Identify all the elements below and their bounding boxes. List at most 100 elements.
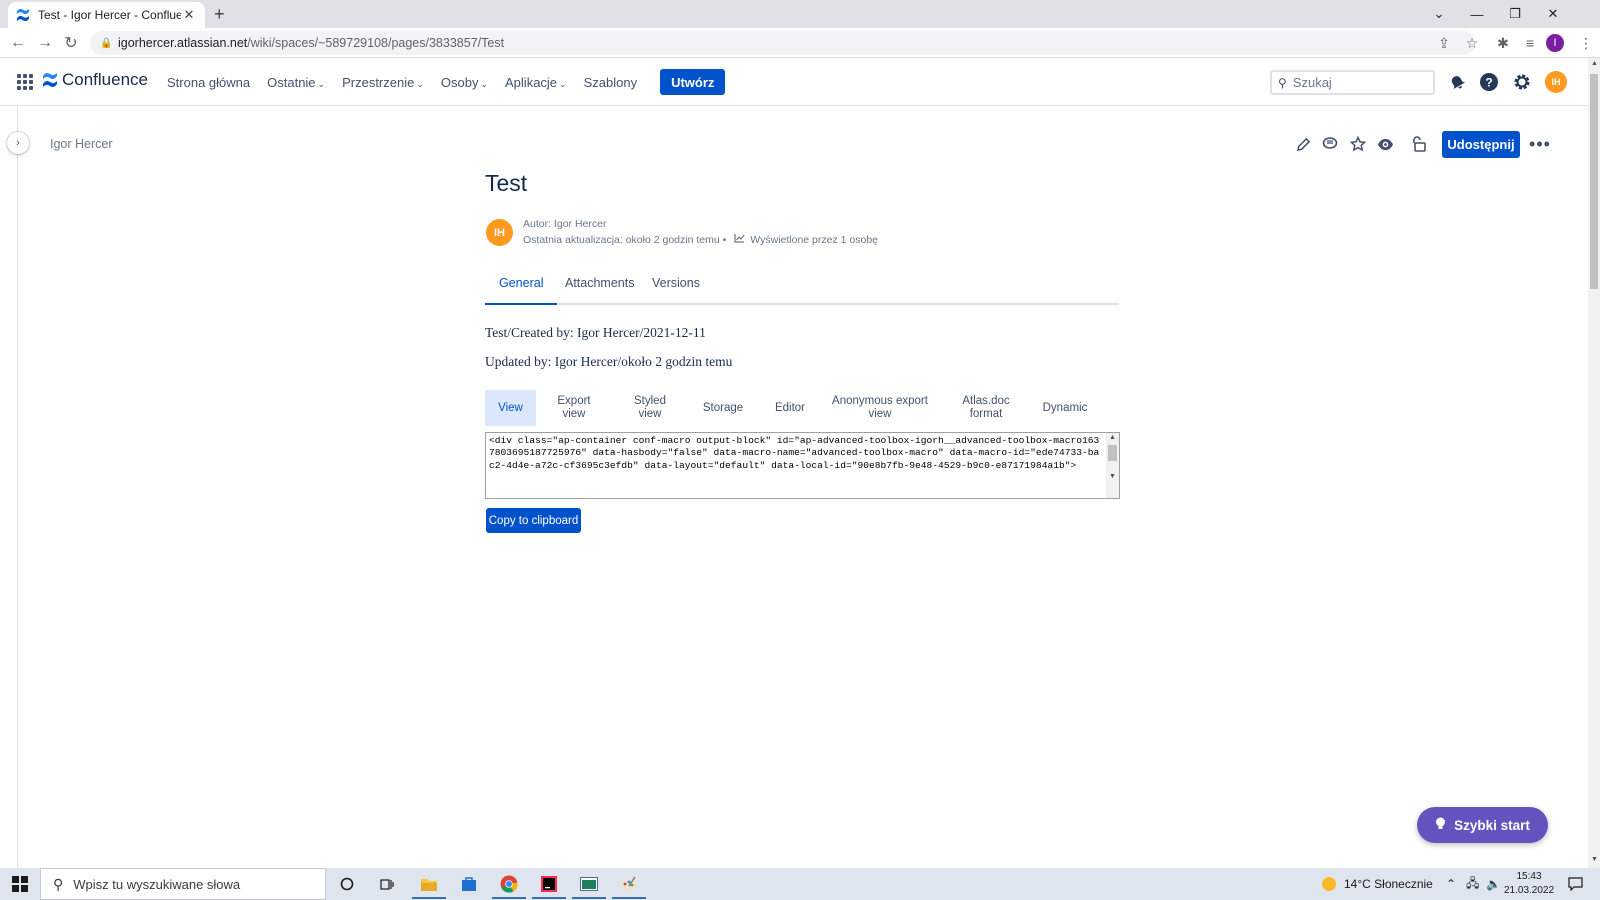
network-icon[interactable]: 🖧 [1466,868,1479,900]
tray-overflow-icon[interactable]: ⌃ [1446,868,1456,900]
windows-taskbar: ⚲ Wpisz tu wyszukiwane słowa 14°C Słonec… [0,868,1600,900]
tab-versions[interactable]: Versions [638,276,714,305]
nav-templates[interactable]: Szablony [584,75,637,90]
weather-widget[interactable]: 14°C Słonecznie [1322,868,1433,900]
browser-tab[interactable]: Test - Igor Hercer - Confluence ✕ [8,2,205,28]
tab-close-icon[interactable]: ✕ [181,7,197,23]
volume-icon[interactable]: 🔈 [1486,868,1501,900]
paint-icon[interactable] [617,872,641,896]
toolbox-tab-storage[interactable]: Storage [699,390,747,426]
restrictions-unlock-icon[interactable] [1410,134,1430,154]
updated-by-text: Updated by: Igor Hercer/około 2 godzin t… [485,354,733,369]
browser-tab-strip: Test - Igor Hercer - Confluence ✕ + ⌄ — … [0,0,1600,28]
scroll-up-icon[interactable]: ▲ [1109,434,1116,441]
extensions-icon[interactable]: ✱ [1491,31,1515,55]
toolbox-tab-anonymous-export-view[interactable]: Anonymous export view [825,390,935,426]
intellij-icon[interactable] [537,872,561,896]
page-scrollbar[interactable]: ▲ ▼ [1588,58,1600,868]
toolbox-tab-styled-view[interactable]: Styled view [626,390,674,426]
nav-people-label: Osoby [440,74,479,90]
new-tab-button[interactable]: + [214,4,225,25]
watch-eye-icon[interactable] [1375,134,1395,154]
media-control-icon[interactable]: ≡ [1518,31,1542,55]
nav-apps[interactable]: Aplikacje ⌄ [505,75,567,90]
chrome-icon[interactable] [497,872,521,896]
browser-menu-icon[interactable]: ⋮ [1574,31,1598,55]
nav-spaces[interactable]: Przestrzenie ⌄ [342,75,424,90]
tab-attachments[interactable]: Attachments [551,276,648,305]
nav-apps-label: Aplikacje [505,74,558,90]
quick-start-label: Szybki start [1454,817,1530,833]
file-explorer-icon[interactable] [417,872,441,896]
search-input[interactable]: ⚲ Szukaj [1270,70,1435,95]
windows-start-icon[interactable] [12,876,28,892]
help-icon[interactable]: ? [1479,72,1499,92]
code-scrollbar[interactable]: ▲ ▼ [1106,433,1119,498]
edit-pencil-icon[interactable] [1293,134,1313,154]
forward-icon[interactable]: → [34,32,56,54]
expand-sidebar-icon[interactable]: › [7,132,29,154]
app-switcher-icon[interactable] [17,74,33,90]
tab-general[interactable]: General [485,276,558,305]
address-bar[interactable]: 🔒 igorhercer.atlassian.net/wiki/spaces/~… [90,31,1475,55]
taskbar-clock[interactable]: 15:43 21.03.2022 [1504,870,1554,898]
create-button[interactable]: Utwórz [660,69,726,95]
notifications-icon[interactable] [1447,72,1467,92]
bookmark-star-icon[interactable]: ☆ [1460,31,1484,55]
scroll-down-icon[interactable]: ▼ [1109,473,1116,480]
cortana-icon[interactable] [335,872,359,896]
nav-recent[interactable]: Ostatnie ⌄ [267,75,325,90]
comment-icon[interactable] [1320,134,1340,154]
scroll-up-icon[interactable]: ▲ [1591,60,1598,67]
toolbox-tab-export-view[interactable]: Export view [547,390,601,426]
tab-search-chevron-icon[interactable]: ⌄ [1420,0,1458,28]
nav-home[interactable]: Strona główna [167,75,250,90]
confluence-logo[interactable]: Confluence [42,70,148,90]
byline-views[interactable]: Wyświetlone przez 1 osobę [750,234,878,246]
star-icon[interactable] [1348,134,1368,154]
toolbox-tab-editor[interactable]: Editor [769,390,811,426]
copy-to-clipboard-button[interactable]: Copy to clipboard [486,508,581,533]
scroll-down-icon[interactable]: ▼ [1591,856,1598,863]
browser-profile-avatar[interactable]: I [1546,34,1564,52]
author-avatar[interactable]: IH [486,219,513,246]
toolbox-tab-atlas-doc-format[interactable]: Atlas.doc format [955,390,1017,426]
weather-text: 14°C Słonecznie [1344,877,1433,891]
browser-toolbar: ← → ↻ 🔒 igorhercer.atlassian.net/wiki/sp… [0,28,1600,58]
store-icon[interactable] [457,872,481,896]
created-by-text: Test/Created by: Igor Hercer/2021-12-11 [485,325,706,340]
restore-icon[interactable]: ❐ [1496,0,1534,28]
reload-icon[interactable]: ↻ [60,32,82,54]
taskbar-search-input[interactable]: ⚲ Wpisz tu wyszukiwane słowa [40,868,326,900]
share-page-icon[interactable]: ⇪ [1432,31,1456,55]
page-scroll-thumb[interactable] [1590,74,1598,289]
more-actions-icon[interactable]: ••• [1528,132,1552,156]
toolbox-tab-dynamic[interactable]: Dynamic [1037,390,1093,426]
top-navigation: Strona główna Ostatnie ⌄ Przestrzenie ⌄ Os… [167,58,726,106]
share-button[interactable]: Udostępnij [1442,131,1520,158]
back-icon[interactable]: ← [7,32,29,54]
user-avatar[interactable]: IH [1545,71,1567,93]
url-path: /wiki/spaces/~589729108/pages/3833857/Te… [247,36,505,50]
browser-tab-title: Test - Igor Hercer - Confluence [38,8,181,22]
breadcrumb[interactable]: Igor Hercer [50,137,113,151]
terminal-app-icon[interactable] [577,872,601,896]
byline-meta: Ostatnia aktualizacja: około 2 godzin te… [523,233,878,246]
toolbox-tab-view[interactable]: View [485,390,536,426]
settings-gear-icon[interactable] [1512,72,1532,92]
nav-people[interactable]: Osoby ⌄ [441,75,488,90]
nav-spaces-label: Przestrzenie [342,74,415,90]
page-title: Test [485,170,528,196]
minimize-icon[interactable]: — [1458,0,1496,28]
chevron-down-icon: ⌄ [317,78,326,89]
scroll-thumb[interactable] [1108,445,1117,461]
notification-center-icon[interactable] [1568,868,1583,900]
quick-start-button[interactable]: Szybki start [1417,807,1548,843]
close-window-icon[interactable]: ✕ [1534,0,1572,28]
lightbulb-icon [1435,817,1446,834]
confluence-header: Confluence Strona główna Ostatnie ⌄ Przes… [0,58,1588,106]
search-icon: ⚲ [1278,75,1287,90]
task-view-icon[interactable] [375,872,399,896]
code-textarea[interactable]: <div class="ap-container conf-macro outp… [485,432,1120,499]
confluence-favicon-icon [16,8,30,22]
